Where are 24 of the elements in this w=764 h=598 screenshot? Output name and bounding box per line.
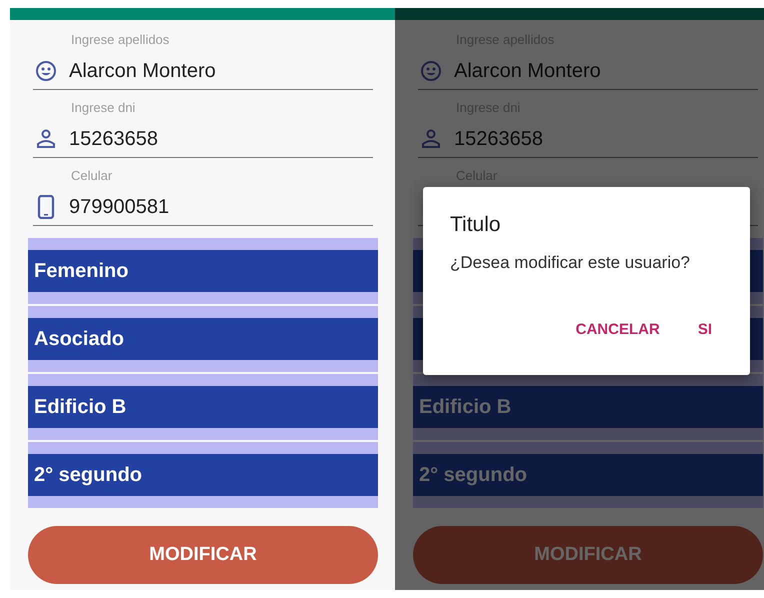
input-field[interactable]: 979900581 xyxy=(33,192,373,226)
dropdown[interactable]: Femenino xyxy=(28,250,378,292)
dropdown[interactable]: Edificio B xyxy=(28,386,378,428)
input-field[interactable]: Alarcon Montero xyxy=(33,56,373,90)
dialog-action-button[interactable]: SI xyxy=(690,317,720,342)
dropdown[interactable]: 2° segundo xyxy=(28,454,378,496)
dialog-action-button[interactable]: CANCELAR xyxy=(568,317,668,342)
phone-icon xyxy=(35,195,57,219)
field-label: Ingrese dni xyxy=(71,100,136,116)
field-label: Celular xyxy=(71,168,112,184)
input-field[interactable]: 15263658 xyxy=(418,124,758,158)
dialog-title: Titulo xyxy=(450,213,501,237)
dialog-message: ¿Desea modificar este usuario? xyxy=(450,253,690,273)
input-field[interactable]: 15263658 xyxy=(33,124,373,158)
dropdown[interactable]: Asociado xyxy=(28,318,378,360)
dropdown[interactable]: Edificio B xyxy=(413,386,763,428)
dropdown[interactable]: 2° segundo xyxy=(413,454,763,496)
smiley-icon xyxy=(35,60,57,82)
modify-button[interactable]: MODIFICAR xyxy=(28,526,378,584)
person-icon xyxy=(420,128,442,150)
field-label: Ingrese apellidos xyxy=(71,32,170,48)
person-icon xyxy=(35,128,57,150)
input-field[interactable]: Alarcon Montero xyxy=(418,56,758,90)
smiley-icon xyxy=(420,60,442,82)
